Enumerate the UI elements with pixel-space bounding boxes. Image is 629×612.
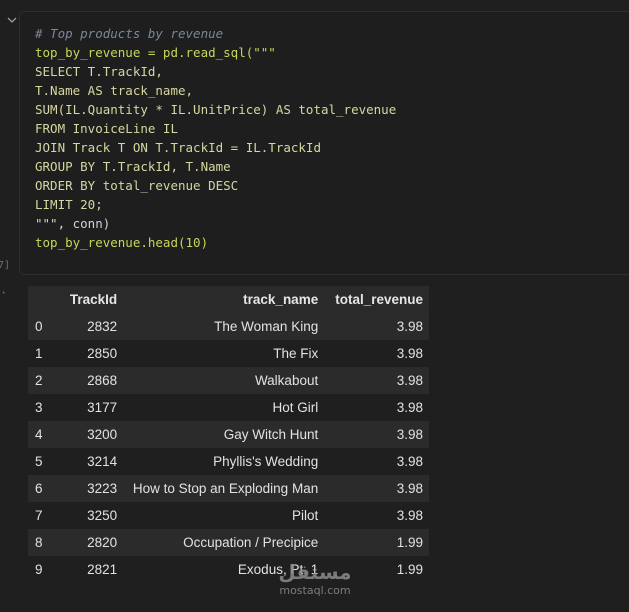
code-line: SUM(IL.Quantity * IL.UnitPrice) AS total… [35,102,397,117]
cell-total-revenue: 3.98 [396,400,423,415]
cell-trackid: 2821 [87,562,118,577]
cell-track-name: The Woman King [214,319,319,334]
row-index: 1 [35,346,43,361]
code-line: ORDER BY total_revenue DESC [35,178,239,193]
code-line: LIMIT 20; [35,197,103,212]
table-row: 4 3200 Gay Witch Hunt 3.98 [28,421,429,448]
cell-trackid: 3200 [87,427,118,442]
row-index: 8 [35,535,43,550]
cell-total-revenue: 3.98 [396,373,423,388]
table-row: 1 2850 The Fix 3.98 [28,340,429,367]
watermark-logo: مستقل mostaql.com [272,560,358,606]
table-row: 9 2821 Exodus, Pt. 1 1.99 [28,556,429,583]
output-prompt: · [0,286,8,300]
row-index: 2 [35,373,43,388]
cell-trackid: 2868 [87,373,118,388]
cell-trackid: 3250 [87,508,118,523]
cell-total-revenue: 3.98 [396,481,423,496]
row-index: 3 [35,400,43,415]
cell-track-name: The Fix [273,346,319,361]
table-row: 2 2868 Walkabout 3.98 [28,367,429,394]
code-line: """, conn) [35,216,111,231]
table-row: 5 3214 Phyllis's Wedding 3.98 [28,448,429,475]
column-header-trackid: TrackId [69,292,118,307]
column-header-total-revenue: total_revenue [335,292,423,307]
cell-total-revenue: 3.98 [396,454,423,469]
code-line: # Top products by revenue [35,26,224,41]
code-editor[interactable]: # Top products by revenue top_by_revenue … [35,24,396,252]
cell-trackid: 2832 [87,319,118,334]
cell-track-name: How to Stop an Exploding Man [132,481,319,496]
cell-trackid: 3223 [87,481,118,496]
code-line: JOIN Track T ON T.TrackId = IL.TrackId [35,140,321,155]
code-line: FROM InvoiceLine IL [35,121,178,136]
cell-total-revenue: 1.99 [396,535,423,550]
table-row: 8 2820 Occupation / Precipice 1.99 [28,529,429,556]
row-index: 7 [35,508,43,523]
cell-total-revenue: 3.98 [396,346,423,361]
cell-track-name: Hot Girl [272,400,319,415]
watermark-arabic: مستقل [278,560,352,584]
cell-total-revenue: 3.98 [396,427,423,442]
table-header-row: TrackId track_name total_revenue [28,286,429,313]
cell-track-name: Phyllis's Wedding [213,454,319,469]
cell-total-revenue: 3.98 [396,508,423,523]
output-dataframe: TrackId track_name total_revenue 0 2832 Th… [28,286,429,583]
execution-count: 7] [0,260,11,271]
watermark-latin: mostaql.com [279,584,351,597]
cell-trackid: 3214 [87,454,118,469]
cell-track-name: Gay Witch Hunt [223,427,319,442]
row-index: 0 [35,319,43,334]
table-row: 3 3177 Hot Girl 3.98 [28,394,429,421]
code-line: SELECT T.TrackId, [35,64,163,79]
cell-track-name: Walkabout [254,373,319,388]
code-line: top_by_revenue = pd.read_sql(""" [35,45,276,60]
results-table: TrackId track_name total_revenue 0 2832 Th… [28,286,429,583]
row-index: 5 [35,454,43,469]
code-line: top_by_revenue.head(10) [35,235,209,250]
chevron-down-icon[interactable] [6,14,18,26]
row-index: 4 [35,427,43,442]
table-row: 7 3250 Pilot 3.98 [28,502,429,529]
table-row: 6 3223 How to Stop an Exploding Man 3.98 [28,475,429,502]
index-header [28,286,54,313]
column-header-track-name: track_name [243,292,319,307]
code-line: T.Name AS track_name, [35,83,194,98]
cell-trackid: 2820 [87,535,118,550]
cell-trackid: 3177 [87,400,118,415]
cell-total-revenue: 3.98 [396,319,423,334]
row-index: 9 [35,562,43,577]
table-row: 0 2832 The Woman King 3.98 [28,313,429,340]
cell-track-name: Occupation / Precipice [183,535,319,550]
cell-trackid: 2850 [87,346,118,361]
cell-track-name: Pilot [291,508,319,523]
code-line: GROUP BY T.TrackId, T.Name [35,159,231,174]
row-index: 6 [35,481,43,496]
